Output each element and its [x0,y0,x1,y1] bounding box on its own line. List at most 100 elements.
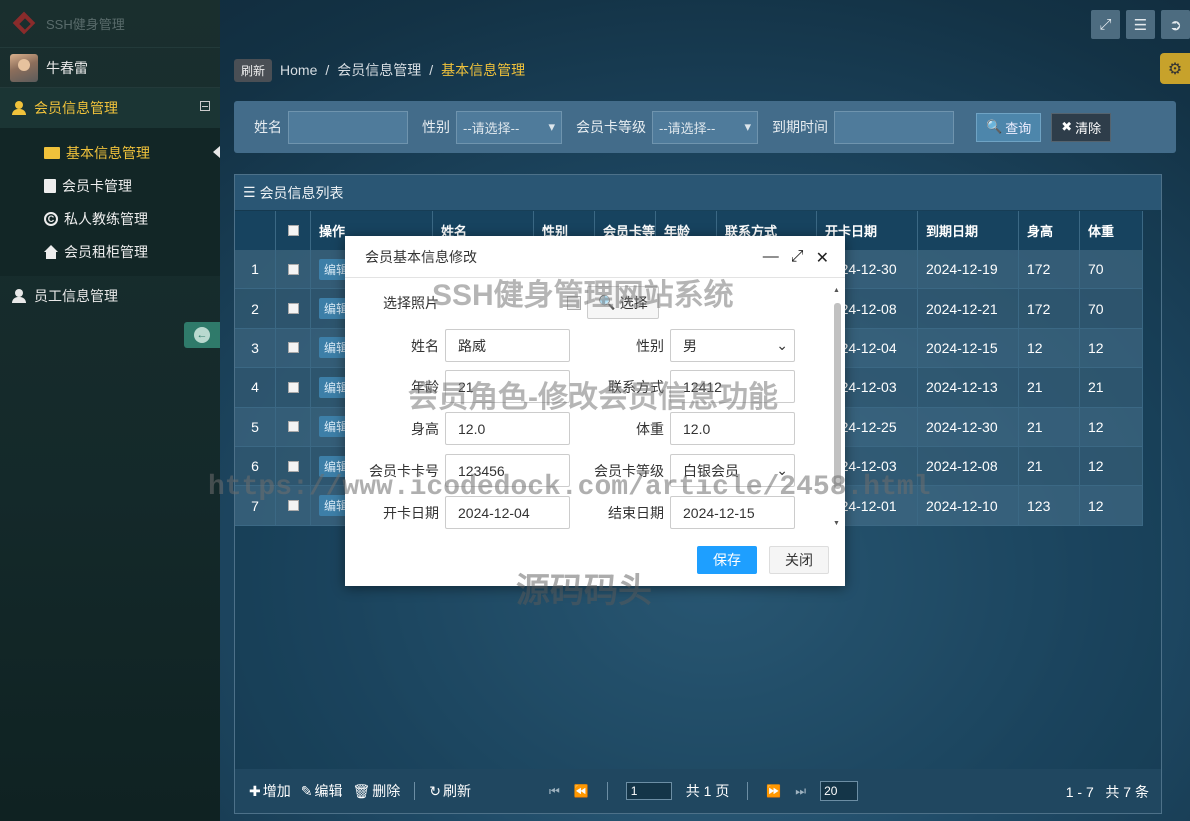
weight-cell: 12 [1080,446,1143,486]
card-level-select[interactable]: --请选择-- ▾ [652,110,758,144]
collapse-icon[interactable] [200,101,210,111]
page-size-select[interactable]: 20 [820,781,859,801]
dialog-scrollbar[interactable]: ▲ ▼ [833,287,841,527]
query-button[interactable]: 🔍 查询 [976,112,1042,142]
close-button[interactable]: 关闭 [769,546,829,574]
sidebar-item-personal-trainer[interactable]: C 私人教练管理 [0,202,220,235]
search-icon: 🔍 [598,294,616,310]
row-checkbox[interactable] [276,368,311,407]
card-number-field[interactable]: 123456 [445,454,570,487]
photo-row: 选择照片 🔍 选择 [345,286,659,319]
card-level-select[interactable]: 白银会员 ⌄ [670,454,795,487]
expire-date-input[interactable] [834,110,954,144]
close-icon: ✖ [1061,119,1073,134]
name-field[interactable]: 路威 [445,329,570,362]
scroll-thumb[interactable] [834,303,841,489]
age-field[interactable]: 21 [445,370,570,403]
prev-page-icon[interactable]: ⏪ [574,784,589,798]
row-checkbox[interactable] [276,486,311,525]
column-header[interactable]: 体重 [1080,211,1143,250]
delete-button[interactable]: 🗑 删除 [352,781,400,801]
expire-date-cell: 2024-12-19 [918,250,1019,289]
logo-text: SSH健身管理 [46,17,125,32]
minimize-icon[interactable]: — [763,248,779,268]
sidebar-item-member-card[interactable]: 会员卡管理 [0,169,220,202]
height-field[interactable]: 12.0 [445,412,570,445]
column-header[interactable]: 身高 [1019,211,1080,250]
breadcrumb-home[interactable]: Home [280,62,317,78]
height-cell: 21 [1019,407,1080,446]
photo-preview-image [567,295,581,310]
column-header[interactable]: 到期日期 [918,211,1019,250]
menu-icon: ☰ [1133,16,1148,34]
row-checkbox[interactable] [276,407,311,446]
open-date-field[interactable]: 2024-12-04 [445,496,570,529]
height-cell: 123 [1019,486,1080,525]
sidebar-item-locker[interactable]: 会员租柜管理 [0,235,220,268]
last-page-icon[interactable]: ⏭ [795,784,806,799]
scroll-down-icon[interactable]: ▼ [833,520,840,527]
settings-button[interactable]: ⚙ [1160,53,1190,84]
expand-icon: ⤢ [1099,16,1112,33]
weight-cell: 12 [1080,328,1143,368]
expire-date-cell: 2024-12-15 [918,328,1019,368]
weight-cell: 12 [1080,486,1143,525]
user-icon [12,101,26,115]
breadcrumb: 刷新 Home / 会员信息管理 / 基本信息管理 [234,58,525,82]
search-icon: 🔍 [986,119,1003,134]
height-cell: 12 [1019,328,1080,368]
folder-icon [44,146,60,159]
maximize-icon[interactable]: ⤢ [791,248,804,268]
scroll-up-icon[interactable]: ▲ [833,287,840,294]
card-no-row: 会员卡卡号 123456 [345,454,570,487]
close-icon[interactable]: ✕ [816,248,829,268]
user-icon [12,289,26,303]
name-search-input[interactable] [288,110,408,144]
page-number-input[interactable]: 1 [625,782,672,800]
row-checkbox[interactable] [276,250,311,289]
weight-cell: 12 [1080,407,1143,446]
add-button[interactable]: ✚ 增加 [249,781,291,801]
logout-button[interactable]: ➲ [1161,10,1190,39]
end-date-field[interactable]: 2024-12-15 [670,496,795,529]
refresh-tab-button[interactable]: 刷新 [234,58,273,82]
row-checkbox[interactable] [276,289,311,328]
breadcrumb-level1[interactable]: 会员信息管理 [337,60,421,80]
arrow-left-icon: ← [194,327,210,343]
next-page-icon[interactable]: ⏩ [766,784,781,798]
contact-field[interactable]: 12412 [670,370,795,403]
gender-row: 性别 男 ⌄ [570,329,795,362]
gender-select[interactable]: 男 ⌄ [670,329,795,362]
edit-button[interactable]: ✎ 编辑 [301,781,343,801]
clear-button[interactable]: ✖ 清除 [1051,112,1112,142]
first-page-icon[interactable]: ⏮ [549,784,560,799]
photo-label: 选择照片 [383,294,439,311]
refresh-icon: ↻ [429,782,441,799]
chevron-down-icon: ⌄ [776,462,788,478]
pick-photo-button[interactable]: 🔍 选择 [587,286,659,319]
row-number: 6 [235,446,276,486]
height-cell: 21 [1019,446,1080,486]
fullscreen-button[interactable]: ⤢ [1091,10,1120,39]
select-all-checkbox[interactable] [276,211,311,250]
menu-member-info[interactable]: 会员信息管理 [0,88,220,128]
save-button[interactable]: 保存 [697,546,757,574]
submenu-member-info: 基本信息管理 会员卡管理 C 私人教练管理 会员租柜管理 [0,128,220,276]
row-checkbox[interactable] [276,328,311,368]
menu-staff-info[interactable]: 员工信息管理 [0,276,220,316]
edit-icon: ✎ [300,782,313,799]
height-row: 身高 12.0 [345,412,570,445]
sidebar-collapse-button[interactable]: ← [184,322,220,348]
sidebar-item-basic-info[interactable]: 基本信息管理 [0,136,220,169]
copyright-icon: C [44,211,58,226]
weight-cell: 70 [1080,289,1143,328]
breadcrumb-current: 基本信息管理 [441,62,526,78]
weight-field[interactable]: 12.0 [670,412,795,445]
contact-row: 联系方式 12412 [570,370,795,403]
dialog-title: 会员基本信息修改 [365,248,477,265]
refresh-button[interactable]: ↻ 刷新 [429,781,471,801]
gender-select[interactable]: --请选择-- ▾ [456,110,562,144]
current-user[interactable]: 牛春雷 [0,48,220,88]
menu-toggle-button[interactable]: ☰ [1126,10,1155,39]
row-checkbox[interactable] [276,446,311,486]
